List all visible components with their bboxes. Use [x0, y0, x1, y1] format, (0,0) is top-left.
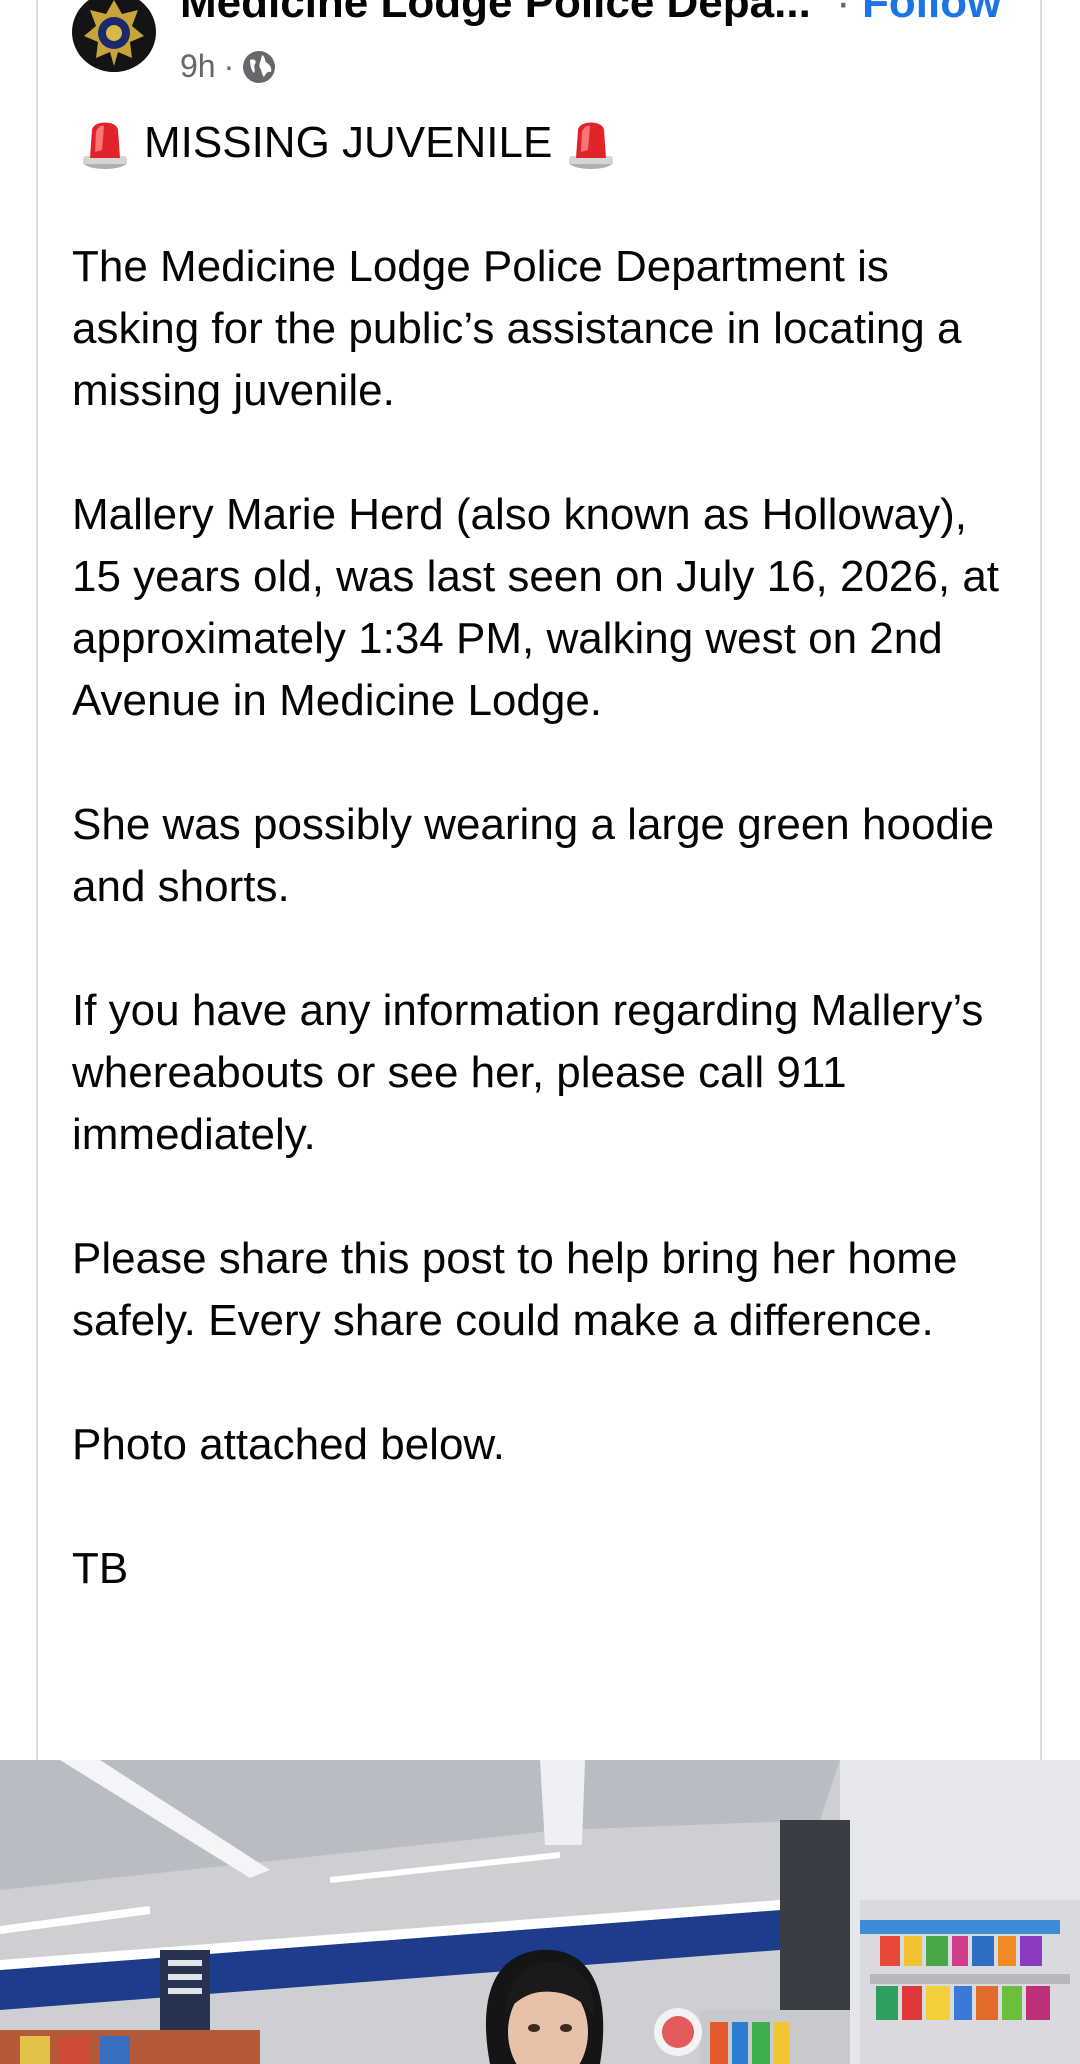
attached-photo[interactable] — [0, 1760, 1080, 2064]
post-paragraph: Photo attached below. — [72, 1420, 505, 1469]
post-signature: TB — [72, 1544, 129, 1593]
post-paragraph: She was possibly wearing a large green h… — [72, 800, 995, 911]
post-paragraph: If you have any information regarding Ma… — [72, 986, 984, 1159]
post-headline: MISSING JUVENILE — [144, 118, 553, 167]
follow-separator: · — [836, 0, 851, 27]
store-photo-image — [0, 1760, 1080, 2064]
post-meta: 9h · — [180, 48, 276, 85]
post-paragraph: Mallery Marie Herd (also known as Hollow… — [72, 490, 1000, 725]
globe-icon[interactable] — [242, 50, 276, 84]
follow-button[interactable]: Follow — [862, 0, 1001, 28]
meta-separator: · — [223, 48, 235, 84]
page-name-link[interactable]: Medicine Lodge Police Depa... — [180, 0, 811, 28]
police-siren-icon — [569, 122, 614, 169]
post-timestamp[interactable]: 9h — [180, 48, 216, 85]
post-paragraph: Please share this post to help bring her… — [72, 1234, 958, 1345]
post-paragraph: The Medicine Lodge Police Department is … — [72, 242, 962, 415]
post-body: MISSING JUVENILE The Medicine Lodge Poli… — [72, 112, 1012, 1662]
police-siren-icon — [83, 122, 127, 169]
post-headline-row: MISSING JUVENILE — [72, 112, 1012, 174]
